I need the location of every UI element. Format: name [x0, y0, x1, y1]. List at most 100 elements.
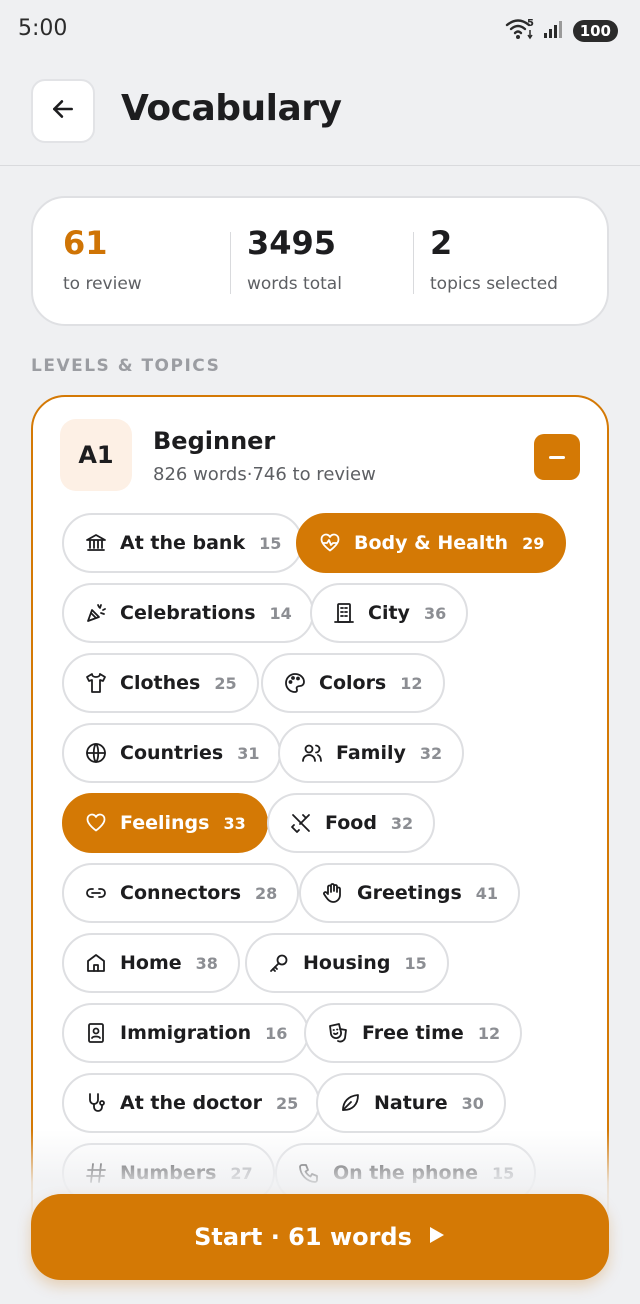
topic-count: 38: [195, 953, 218, 973]
stat-label: to review: [63, 274, 142, 294]
stat-value: 3495: [247, 224, 337, 262]
section-label: LEVELS & TOPICS: [31, 356, 221, 376]
topic-chip[interactable]: Feelings 33: [62, 793, 268, 853]
users-icon: [300, 741, 324, 765]
party-popper-icon: [84, 601, 108, 625]
passport-icon: [84, 1021, 108, 1045]
wifi-icon: 5: [505, 17, 535, 45]
back-button[interactable]: [31, 79, 95, 143]
wifi-badge: 5: [527, 18, 534, 29]
topic-name: Family: [336, 742, 406, 764]
play-icon: [428, 1225, 446, 1249]
topic-name: Nature: [374, 1092, 448, 1114]
stat-label: words total: [247, 274, 342, 294]
topic-count: 32: [390, 813, 414, 833]
battery-indicator: 100: [572, 20, 618, 42]
key-icon: [267, 951, 291, 975]
shirt-icon: [84, 671, 108, 695]
topic-count: 30: [461, 1093, 484, 1113]
topic-name: Colors: [319, 672, 387, 694]
topic-name: Immigration: [120, 1022, 252, 1044]
level-name: Beginner: [153, 427, 276, 455]
topic-count: 31: [237, 743, 260, 763]
topic-count: 12: [477, 1023, 501, 1043]
topic-name: Celebrations: [120, 602, 256, 624]
topic-chip[interactable]: Greetings 41: [299, 863, 521, 923]
status-time: 5:00: [18, 16, 68, 41]
level-badge: A1: [60, 419, 132, 491]
topic-count: 14: [269, 603, 292, 623]
link-icon: [84, 881, 108, 905]
topic-count: 15: [404, 953, 427, 973]
topic-chip[interactable]: City 36: [310, 583, 469, 643]
topic-chip[interactable]: Home 38: [62, 933, 240, 993]
topic-count: 25: [214, 673, 237, 693]
topic-count: 28: [255, 883, 278, 903]
topic-name: Free time: [362, 1022, 464, 1044]
stat-divider: [230, 232, 231, 294]
topic-chip[interactable]: Body & Health 29: [296, 513, 567, 573]
topic-chip[interactable]: Connectors 28: [62, 863, 300, 923]
stat-label: topics selected: [430, 274, 558, 294]
topic-name: Connectors: [120, 882, 242, 904]
topic-chip[interactable]: Immigration 16: [62, 1003, 310, 1063]
topic-chip[interactable]: Food 32: [267, 793, 436, 853]
signal-icon: [543, 19, 565, 43]
topic-name: Clothes: [120, 672, 201, 694]
topic-chip[interactable]: At the doctor 25: [62, 1073, 321, 1133]
topic-name: Home: [120, 952, 182, 974]
stat-value: 2: [430, 224, 453, 262]
topic-chip[interactable]: Free time 12: [304, 1003, 523, 1063]
level-review: 746 to review: [252, 464, 376, 485]
utensils-crossed-icon: [289, 811, 313, 835]
topic-chip[interactable]: Nature 30: [316, 1073, 506, 1133]
heart-pulse-icon: [318, 531, 342, 555]
start-button[interactable]: Start · 61 words: [31, 1194, 609, 1280]
bank-icon: [84, 531, 108, 555]
level-words: 826 words: [153, 464, 247, 485]
minus-icon: [549, 455, 565, 459]
topic-count: 41: [475, 883, 499, 903]
topic-count: 33: [223, 813, 246, 833]
arrow-left-icon: [50, 96, 76, 126]
stat-divider: [413, 232, 414, 294]
leaf-icon: [338, 1091, 362, 1115]
start-button-label: Start · 61 words: [194, 1223, 412, 1251]
topic-count: 29: [522, 533, 545, 553]
level-subtitle: 826 words·746 to review: [153, 464, 376, 485]
topic-chip[interactable]: Countries 31: [62, 723, 282, 783]
topic-chip[interactable]: Clothes 25: [62, 653, 259, 713]
topic-count: 16: [265, 1023, 288, 1043]
topic-chip[interactable]: Housing 15: [245, 933, 449, 993]
collapse-level-button[interactable]: [534, 434, 580, 480]
topic-name: Housing: [303, 952, 391, 974]
topic-count: 15: [259, 533, 282, 553]
topic-chip[interactable]: Colors 12: [261, 653, 445, 713]
app-header: Vocabulary: [0, 60, 640, 166]
topic-name: At the doctor: [120, 1092, 262, 1114]
status-bar: 5:00 5 100: [0, 0, 640, 60]
stats-card: 61 to review 3495 words total 2 topics s…: [31, 196, 609, 326]
topic-name: City: [368, 602, 410, 624]
theater-mask-icon: [326, 1021, 350, 1045]
topic-chip[interactable]: At the bank 15: [62, 513, 304, 573]
topic-name: Food: [325, 812, 377, 834]
globe-icon: [84, 741, 108, 765]
stethoscope-icon: [84, 1091, 108, 1115]
palette-icon: [283, 671, 307, 695]
topic-count: 32: [419, 743, 443, 763]
topic-count: 25: [275, 1093, 299, 1113]
topic-name: Countries: [120, 742, 224, 764]
topic-name: Feelings: [120, 812, 210, 834]
topic-chip[interactable]: Family 32: [278, 723, 465, 783]
hand-icon: [321, 881, 345, 905]
heart-icon: [84, 811, 108, 835]
status-icons: 5 100: [505, 18, 618, 44]
topic-count: 36: [423, 603, 447, 623]
topic-count: 12: [400, 673, 423, 693]
stat-value: 61: [63, 224, 108, 262]
home-icon: [84, 951, 108, 975]
page-title: Vocabulary: [121, 88, 342, 129]
topic-name: Body & Health: [354, 532, 509, 554]
topic-chip[interactable]: Celebrations 14: [62, 583, 314, 643]
